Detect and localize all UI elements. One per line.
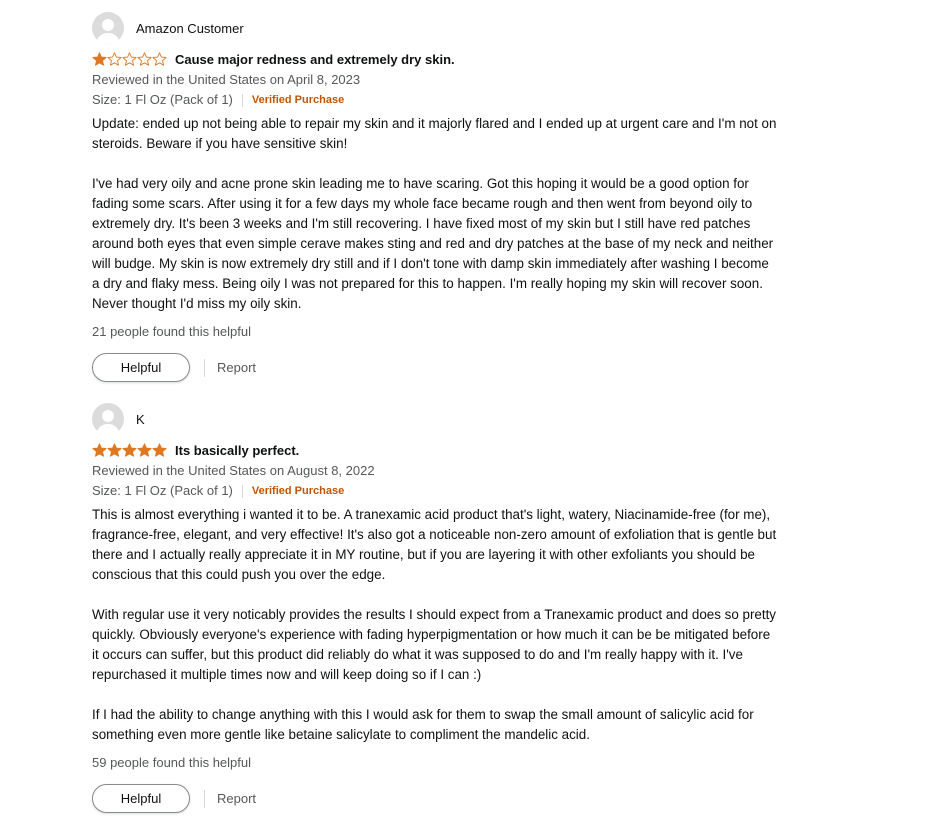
review-paragraph: Update: ended up not being able to repai… bbox=[92, 116, 777, 151]
divider bbox=[241, 484, 243, 498]
helpful-button[interactable]: Helpful bbox=[92, 784, 190, 813]
review-paragraph: With regular use it very noticably provi… bbox=[92, 607, 776, 682]
divider bbox=[241, 93, 243, 107]
helpful-count: 21 people found this helpful bbox=[92, 324, 252, 339]
review-paragraph: This is almost everything i wanted it to… bbox=[92, 507, 777, 582]
review-title[interactable]: Cause major redness and extremely dry sk… bbox=[175, 52, 455, 67]
star-filled-icon bbox=[152, 442, 167, 457]
avatar-icon[interactable] bbox=[92, 12, 124, 44]
star-filled-icon bbox=[137, 442, 152, 457]
review-profile: Amazon Customer bbox=[92, 12, 792, 44]
star-filled-icon bbox=[92, 51, 107, 66]
star-filled-icon bbox=[107, 442, 122, 457]
helpful-count: 59 people found this helpful bbox=[92, 755, 252, 770]
divider bbox=[204, 358, 205, 377]
report-link[interactable]: Report bbox=[217, 791, 256, 806]
review-card: K Its basically perfect. Reviewed in the… bbox=[92, 403, 792, 814]
review-profile: K bbox=[92, 403, 792, 435]
review-paragraph: If I had the ability to change anything … bbox=[92, 707, 754, 742]
reviewer-name[interactable]: Amazon Customer bbox=[136, 21, 244, 36]
verified-purchase-badge: Verified Purchase bbox=[251, 94, 345, 106]
review-body: This is almost everything i wanted it to… bbox=[92, 505, 777, 745]
star-rating[interactable] bbox=[92, 51, 167, 67]
review-format[interactable]: Size: 1 Fl Oz (Pack of 1) bbox=[92, 481, 233, 501]
star-rating[interactable] bbox=[92, 442, 167, 458]
review-date: Reviewed in the United States on August … bbox=[92, 463, 375, 478]
review-title[interactable]: Its basically perfect. bbox=[175, 443, 299, 458]
verified-purchase-badge: Verified Purchase bbox=[251, 485, 345, 497]
review-format[interactable]: Size: 1 Fl Oz (Pack of 1) bbox=[92, 90, 233, 110]
review-date: Reviewed in the United States on April 8… bbox=[92, 72, 361, 87]
star-empty-icon bbox=[107, 51, 122, 66]
star-filled-icon bbox=[122, 442, 137, 457]
review-card: Amazon Customer Cause major redness and … bbox=[92, 12, 792, 383]
divider bbox=[204, 789, 205, 808]
reviewer-name[interactable]: K bbox=[136, 412, 145, 427]
report-link[interactable]: Report bbox=[217, 360, 256, 375]
avatar-icon[interactable] bbox=[92, 403, 124, 435]
star-empty-icon bbox=[137, 51, 152, 66]
review-paragraph: I've had very oily and acne prone skin l… bbox=[92, 176, 774, 311]
star-filled-icon bbox=[92, 442, 107, 457]
star-empty-icon bbox=[152, 51, 167, 66]
review-body: Update: ended up not being able to repai… bbox=[92, 114, 777, 314]
star-empty-icon bbox=[122, 51, 137, 66]
helpful-button[interactable]: Helpful bbox=[92, 353, 190, 382]
